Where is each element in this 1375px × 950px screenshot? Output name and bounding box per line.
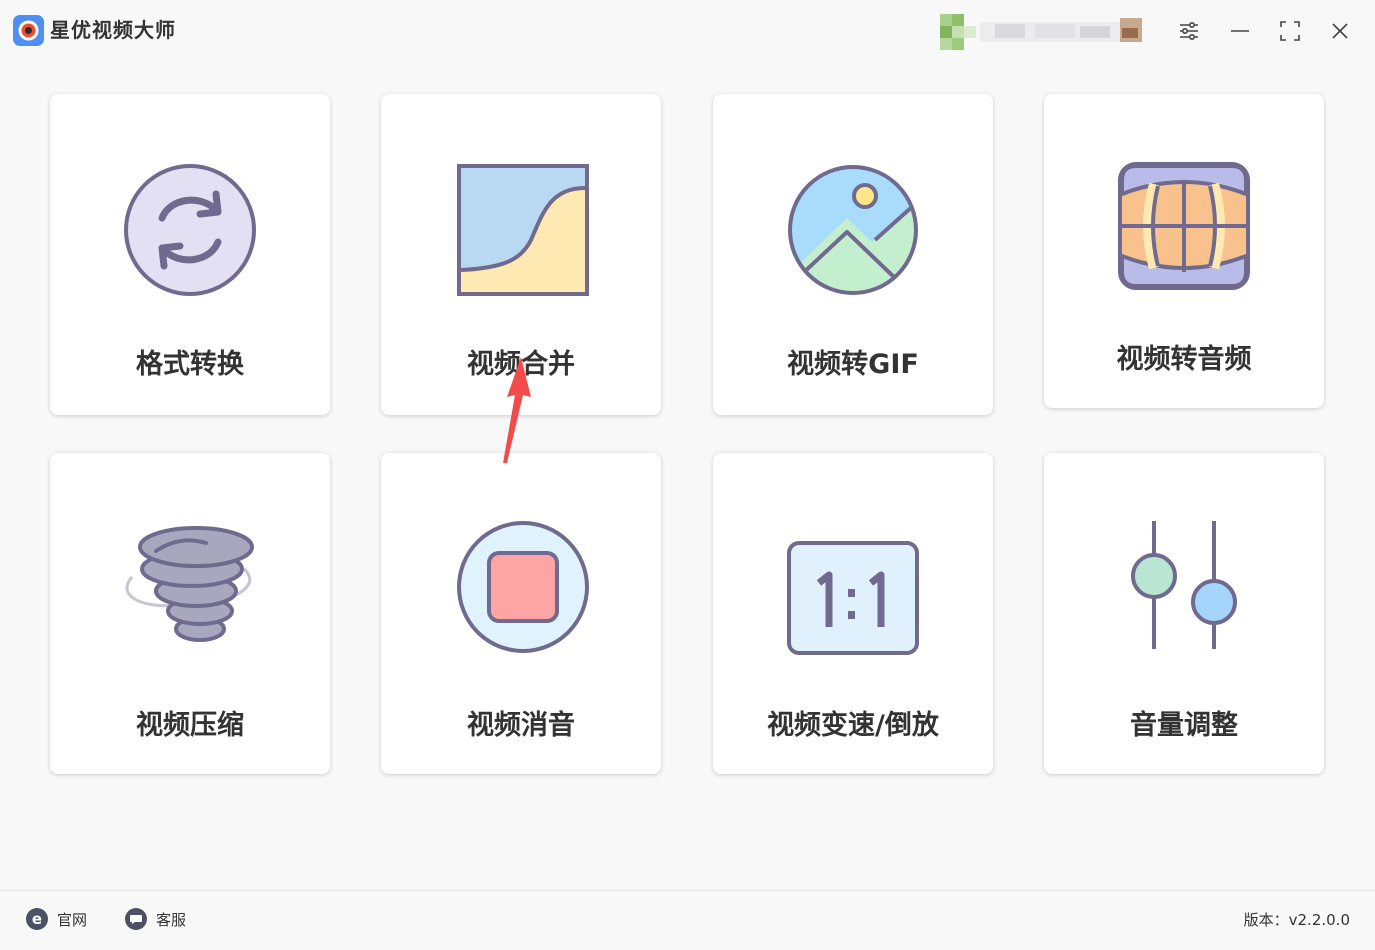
- landscape-image-icon: [788, 165, 918, 295]
- volume-sliders-icon: [1131, 521, 1237, 649]
- tool-card-video-speed[interactable]: 视频变速/倒放: [713, 453, 993, 774]
- minimize-icon: [1231, 30, 1249, 32]
- tornado-icon: [125, 526, 254, 642]
- tool-label: 视频变速/倒放: [767, 710, 939, 741]
- tool-label: 视频合并: [467, 349, 575, 380]
- chat-bubble-icon: [125, 908, 147, 930]
- merge-curve-icon: [457, 164, 589, 296]
- aspect-ratio-icon: [787, 541, 919, 655]
- minimize-button[interactable]: [1222, 13, 1258, 49]
- tool-card-video-to-audio[interactable]: 视频转音频: [1044, 94, 1324, 408]
- tool-label: 格式转换: [136, 349, 244, 380]
- tool-card-format-convert[interactable]: 格式转换: [50, 94, 330, 415]
- support-link[interactable]: 客服: [124, 907, 186, 931]
- website-link[interactable]: e 官网: [25, 907, 87, 931]
- support-label: 客服: [156, 910, 187, 929]
- app-title: 星优视频大师: [50, 18, 176, 42]
- user-avatar[interactable]: [940, 14, 1155, 50]
- close-button[interactable]: [1322, 13, 1358, 49]
- tool-card-video-to-gif[interactable]: 视频转GIF: [713, 94, 993, 415]
- tool-label: 视频压缩: [136, 710, 244, 741]
- settings-button[interactable]: [1171, 13, 1207, 49]
- footer-bar: e 官网 客服 版本：v2.2.0.0: [0, 890, 1375, 950]
- tool-card-video-mute[interactable]: 视频消音: [381, 453, 661, 774]
- app-window: 星优视频大师 格式转换 视频合并 视频转GIF 视频转音频 视频压缩 视频消音 …: [0, 0, 1375, 950]
- tool-card-video-compress[interactable]: 视频压缩: [50, 453, 330, 774]
- tool-card-video-merge[interactable]: 视频合并: [381, 94, 661, 415]
- tool-label: 视频转音频: [1116, 344, 1252, 375]
- maximize-button[interactable]: [1272, 13, 1308, 49]
- maximize-icon: [1280, 21, 1300, 41]
- version-text: 版本：v2.2.0.0: [1243, 911, 1350, 929]
- panorama-film-icon: [1118, 162, 1250, 290]
- browser-e-icon: e: [26, 908, 48, 930]
- stop-square-icon: [457, 521, 589, 653]
- tool-label: 视频消音: [467, 710, 575, 741]
- sliders-icon: [1180, 21, 1198, 41]
- refresh-circle-icon: [124, 164, 256, 296]
- svg-text:e: e: [32, 910, 42, 928]
- camera-lens-icon: [13, 15, 44, 46]
- website-label: 官网: [57, 910, 88, 929]
- tool-label: 视频转GIF: [787, 349, 919, 380]
- title-bar: 星优视频大师: [0, 0, 1375, 60]
- tool-label: 音量调整: [1130, 710, 1238, 741]
- tool-card-volume-adjust[interactable]: 音量调整: [1044, 453, 1324, 774]
- close-icon: [1332, 23, 1348, 39]
